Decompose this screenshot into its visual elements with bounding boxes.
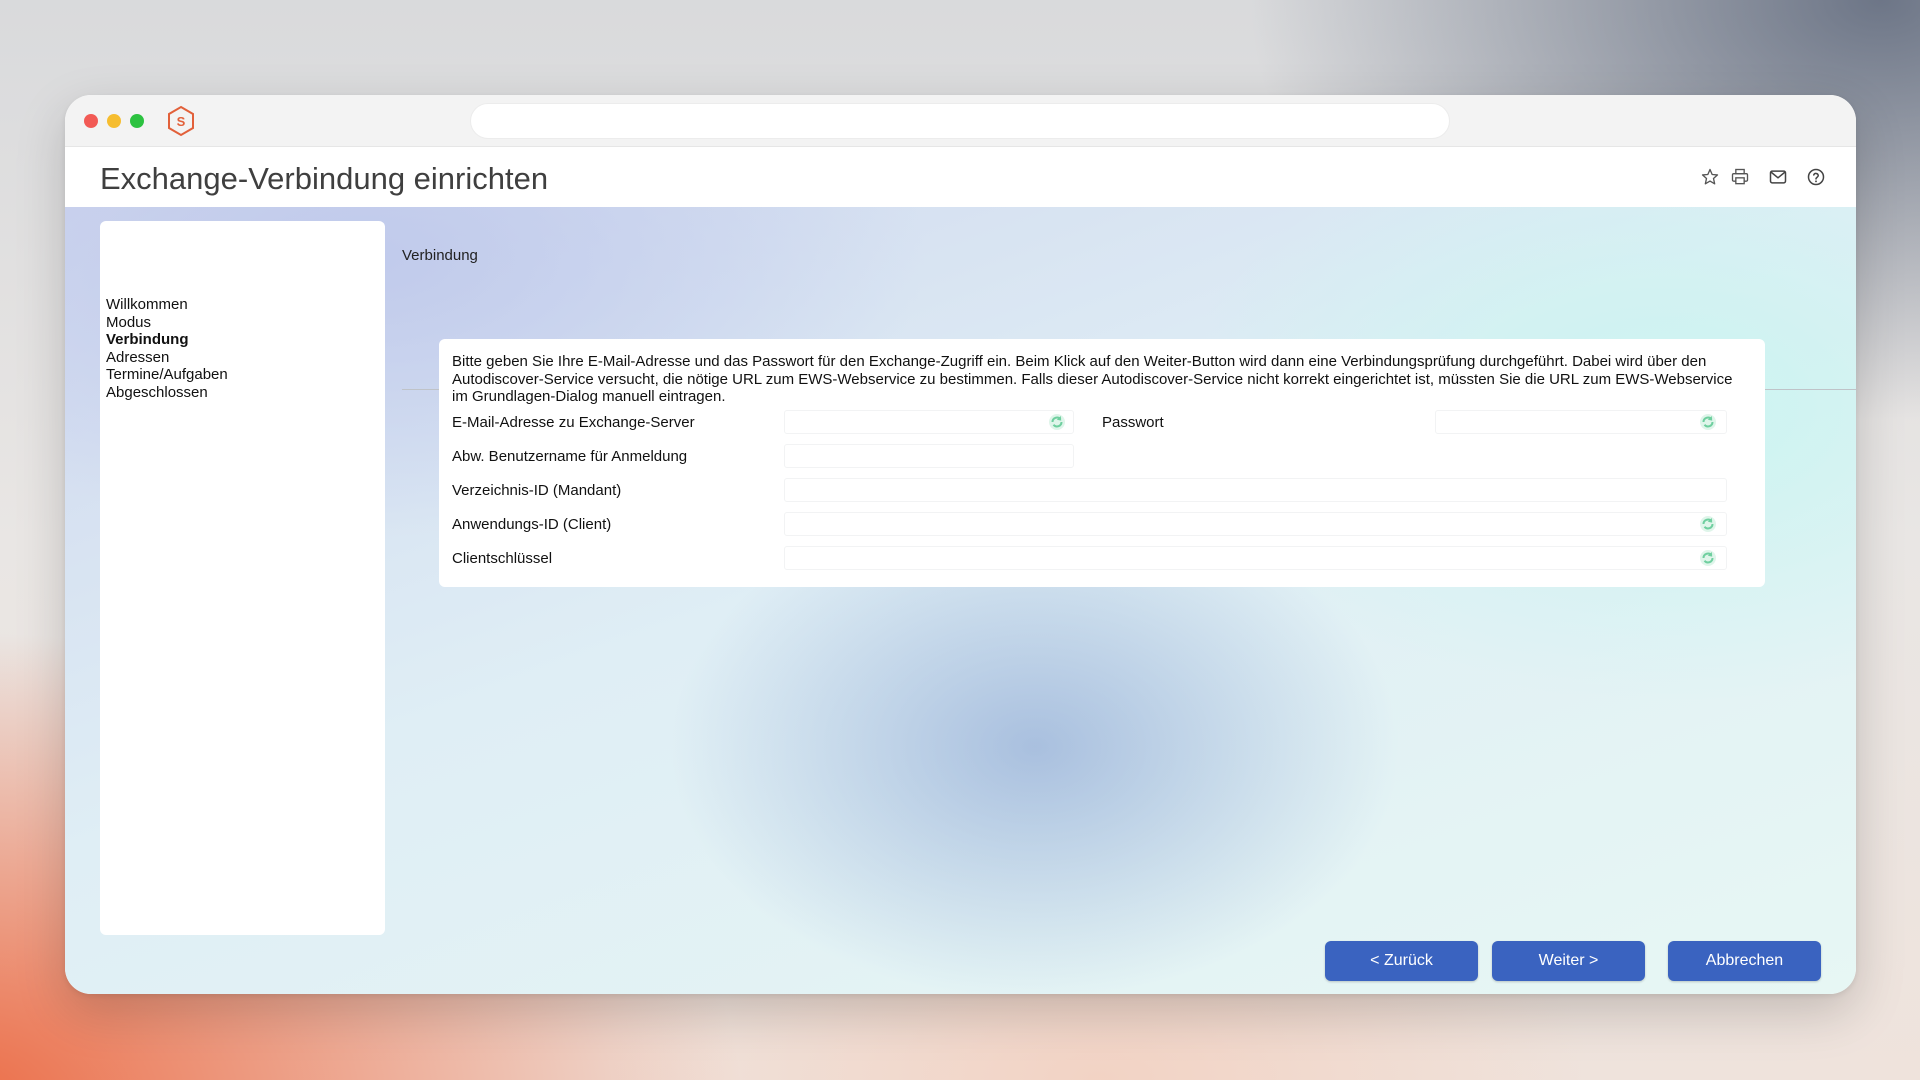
step-modus[interactable]: Modus — [106, 314, 228, 332]
tenant-id-label: Verzeichnis-ID (Mandant) — [452, 482, 622, 499]
star-icon[interactable] — [1698, 165, 1722, 189]
step-willkommen[interactable]: Willkommen — [106, 296, 228, 314]
client-secret-field[interactable] — [784, 546, 1727, 570]
address-bar[interactable] — [470, 103, 1450, 139]
email-input[interactable] — [785, 411, 1073, 433]
step-verbindung[interactable]: Verbindung — [106, 331, 228, 349]
client-secret-label: Clientschlüssel — [452, 550, 553, 567]
section-title: Verbindung — [402, 247, 478, 264]
refresh-icon[interactable] — [1698, 412, 1718, 432]
tenant-id-field[interactable] — [784, 478, 1727, 502]
svg-text:S: S — [177, 114, 186, 129]
client-secret-input[interactable] — [785, 547, 1726, 569]
step-termine-aufgaben[interactable]: Termine/Aufgaben — [106, 366, 228, 384]
password-label: Passwort — [1102, 414, 1164, 431]
email-field[interactable] — [784, 410, 1074, 434]
username-label: Abw. Benutzername für Anmeldung — [452, 448, 688, 465]
client-id-field[interactable] — [784, 512, 1727, 536]
app-window: S Exchange-Verbindung einrichten Willkom… — [65, 95, 1856, 994]
app-logo-icon: S — [166, 105, 196, 137]
back-button[interactable]: < Zurück — [1325, 941, 1478, 981]
refresh-icon[interactable] — [1698, 514, 1718, 534]
password-field[interactable] — [1435, 410, 1727, 434]
page-header: Exchange-Verbindung einrichten — [65, 147, 1856, 207]
page-title: Exchange-Verbindung einrichten — [100, 161, 549, 196]
maximize-window-button[interactable] — [130, 114, 144, 128]
refresh-icon[interactable] — [1047, 412, 1067, 432]
close-window-button[interactable] — [84, 114, 98, 128]
username-input[interactable] — [785, 445, 1073, 467]
refresh-icon[interactable] — [1698, 548, 1718, 568]
title-bar: S — [65, 95, 1856, 147]
wizard-steps-list: Willkommen Modus Verbindung Adressen Ter… — [106, 296, 228, 401]
username-field[interactable] — [784, 444, 1074, 468]
password-input[interactable] — [1436, 411, 1726, 433]
header-toolbar — [1698, 165, 1828, 189]
email-label: E-Mail-Adresse zu Exchange-Server — [452, 414, 695, 431]
print-icon[interactable] — [1728, 165, 1752, 189]
client-id-label: Anwendungs-ID (Client) — [452, 516, 612, 533]
connection-form-card: Bitte geben Sie Ihre E-Mail-Adresse und … — [439, 339, 1765, 587]
tenant-id-input[interactable] — [785, 479, 1726, 501]
cancel-button[interactable]: Abbrechen — [1668, 941, 1821, 981]
step-adressen[interactable]: Adressen — [106, 349, 228, 367]
next-button[interactable]: Weiter > — [1492, 941, 1645, 981]
client-id-input[interactable] — [785, 513, 1726, 535]
wizard-content: Willkommen Modus Verbindung Adressen Ter… — [65, 207, 1856, 994]
help-icon[interactable] — [1804, 165, 1828, 189]
step-abgeschlossen[interactable]: Abgeschlossen — [106, 384, 228, 402]
minimize-window-button[interactable] — [107, 114, 121, 128]
mail-icon[interactable] — [1766, 165, 1790, 189]
intro-text: Bitte geben Sie Ihre E-Mail-Adresse und … — [452, 353, 1733, 405]
wizard-steps-sidebar: Willkommen Modus Verbindung Adressen Ter… — [100, 221, 385, 935]
